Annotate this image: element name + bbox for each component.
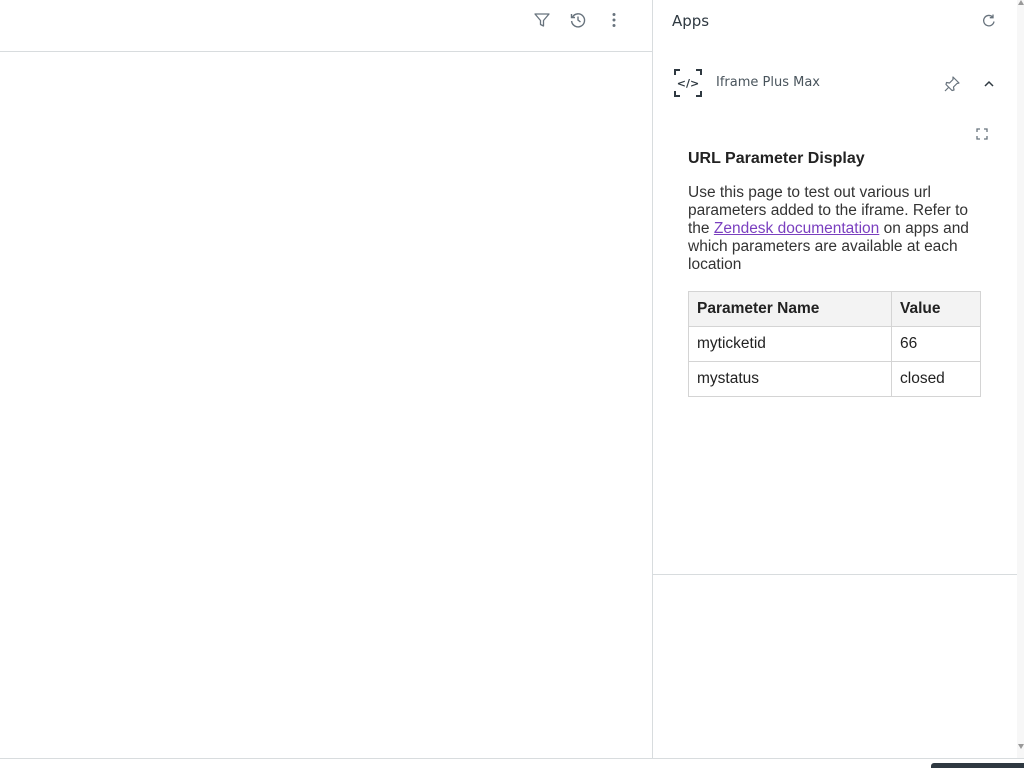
parameter-name-cell: mystatus [688, 361, 892, 397]
scroll-up-arrow-icon[interactable] [1018, 0, 1024, 5]
main-content-pane [0, 0, 653, 758]
more-options-button[interactable] [602, 8, 626, 32]
bottom-toolbar-edge [931, 763, 1024, 768]
apps-panel-title: Apps [672, 12, 710, 30]
parameter-value-cell: 66 [891, 326, 981, 362]
refresh-icon [983, 14, 995, 27]
refresh-apps-button[interactable] [978, 10, 1000, 32]
svg-text:</>: </> [677, 77, 699, 90]
history-icon [570, 13, 586, 28]
table-row: myticketid 66 [688, 326, 981, 362]
table-row: mystatus closed [688, 361, 981, 397]
code-brackets-icon: </> [673, 68, 703, 98]
parameter-name-cell: myticketid [688, 326, 892, 362]
bottom-divider [0, 758, 1024, 759]
zendesk-documentation-link[interactable]: Zendesk documentation [714, 220, 879, 237]
app-section-divider [653, 574, 1017, 575]
scroll-down-arrow-icon[interactable] [1018, 744, 1024, 749]
apps-panel-scrollbar[interactable] [1017, 0, 1024, 758]
column-header-parameter-name: Parameter Name [688, 291, 892, 327]
parameter-value-cell: closed [891, 361, 981, 397]
iframe-description: Use this page to test out various url pa… [688, 184, 988, 274]
history-button[interactable] [566, 8, 590, 32]
filter-icon [534, 13, 550, 27]
app-name: Iframe Plus Max [716, 75, 820, 90]
pin-icon [944, 76, 960, 92]
fullscreen-button[interactable] [973, 125, 991, 143]
chevron-up-icon [984, 80, 994, 87]
iframe-content: URL Parameter Display Use this page to t… [688, 150, 988, 397]
collapse-app-button[interactable] [978, 73, 1000, 95]
apps-panel: Apps </> Iframe Plus Max URL Parameter D… [653, 0, 1017, 758]
pin-app-button[interactable] [941, 73, 963, 95]
column-header-value: Value [891, 291, 981, 327]
iframe-title: URL Parameter Display [688, 150, 865, 167]
left-header-toolbar [0, 0, 652, 52]
app-header-iframe-plus-max: </> Iframe Plus Max [653, 64, 1017, 104]
fullscreen-icon [976, 128, 988, 140]
table-header-row: Parameter Name Value [688, 291, 981, 327]
more-options-icon [612, 13, 616, 27]
parameters-table: Parameter Name Value myticketid 66 mysta… [688, 291, 981, 397]
filter-button[interactable] [530, 8, 554, 32]
